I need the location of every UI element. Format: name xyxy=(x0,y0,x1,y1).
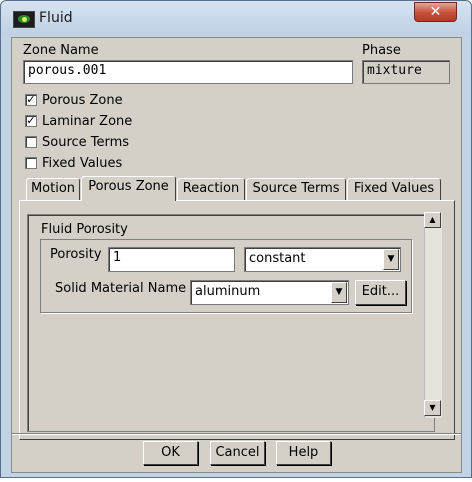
phase-field: mixture xyxy=(362,60,450,84)
chevron-down-icon[interactable]: ▼ xyxy=(383,249,399,270)
scroll-down-button[interactable]: ▼ xyxy=(424,400,441,416)
source-terms-label: Source Terms xyxy=(42,135,130,150)
tab-porous-zone[interactable]: Porous Zone xyxy=(81,176,176,201)
porosity-input[interactable]: 1 xyxy=(108,247,235,272)
cancel-button[interactable]: Cancel xyxy=(210,441,265,465)
fixed-values-label: Fixed Values xyxy=(42,156,123,171)
laminar-zone-checkbox[interactable]: ✓ xyxy=(25,115,37,127)
edit-material-button[interactable]: Edit... xyxy=(355,280,406,305)
porosity-method-select[interactable]: constant ▼ xyxy=(244,247,401,272)
button-separator xyxy=(12,433,461,435)
zone-name-input[interactable]: porous.001 xyxy=(23,60,353,84)
app-icon xyxy=(13,11,35,28)
tab-reaction[interactable]: Reaction xyxy=(177,178,245,200)
close-button[interactable]: ✕ xyxy=(414,2,457,22)
fixed-values-checkbox[interactable] xyxy=(25,157,37,169)
chevron-down-icon[interactable]: ▼ xyxy=(331,282,347,303)
window-title: Fluid xyxy=(39,10,73,26)
close-icon: ✕ xyxy=(429,4,442,20)
title-bar[interactable]: Fluid ✕ xyxy=(1,1,471,35)
solid-material-select[interactable]: aluminum ▼ xyxy=(190,280,349,305)
tab-fixed-values[interactable]: Fixed Values xyxy=(347,178,441,200)
phase-label: Phase xyxy=(362,43,401,58)
porous-zone-label: Porous Zone xyxy=(42,93,123,108)
tab-source-terms[interactable]: Source Terms xyxy=(246,178,346,200)
ok-button[interactable]: OK xyxy=(143,441,198,465)
solid-material-label: Solid Material Name xyxy=(55,281,187,296)
scroll-up-button[interactable]: ▲ xyxy=(424,212,441,228)
tab-motion[interactable]: Motion xyxy=(26,178,80,200)
porosity-method-value: constant xyxy=(249,251,306,266)
fluid-porosity-title: Fluid Porosity xyxy=(41,222,128,237)
dialog-body: Zone Name porous.001 Phase mixture ✓ Por… xyxy=(11,37,462,473)
laminar-zone-label: Laminar Zone xyxy=(42,114,133,129)
solid-material-value: aluminum xyxy=(195,284,261,299)
vertical-scrollbar[interactable] xyxy=(424,212,442,418)
help-button[interactable]: Help xyxy=(276,441,331,465)
porosity-label: Porosity xyxy=(50,247,102,262)
zone-name-label: Zone Name xyxy=(23,43,99,58)
porous-zone-checkbox[interactable]: ✓ xyxy=(25,94,37,106)
fluid-dialog-window: Fluid ✕ Zone Name porous.001 Phase mixtu… xyxy=(0,0,472,478)
source-terms-checkbox[interactable] xyxy=(25,136,37,148)
